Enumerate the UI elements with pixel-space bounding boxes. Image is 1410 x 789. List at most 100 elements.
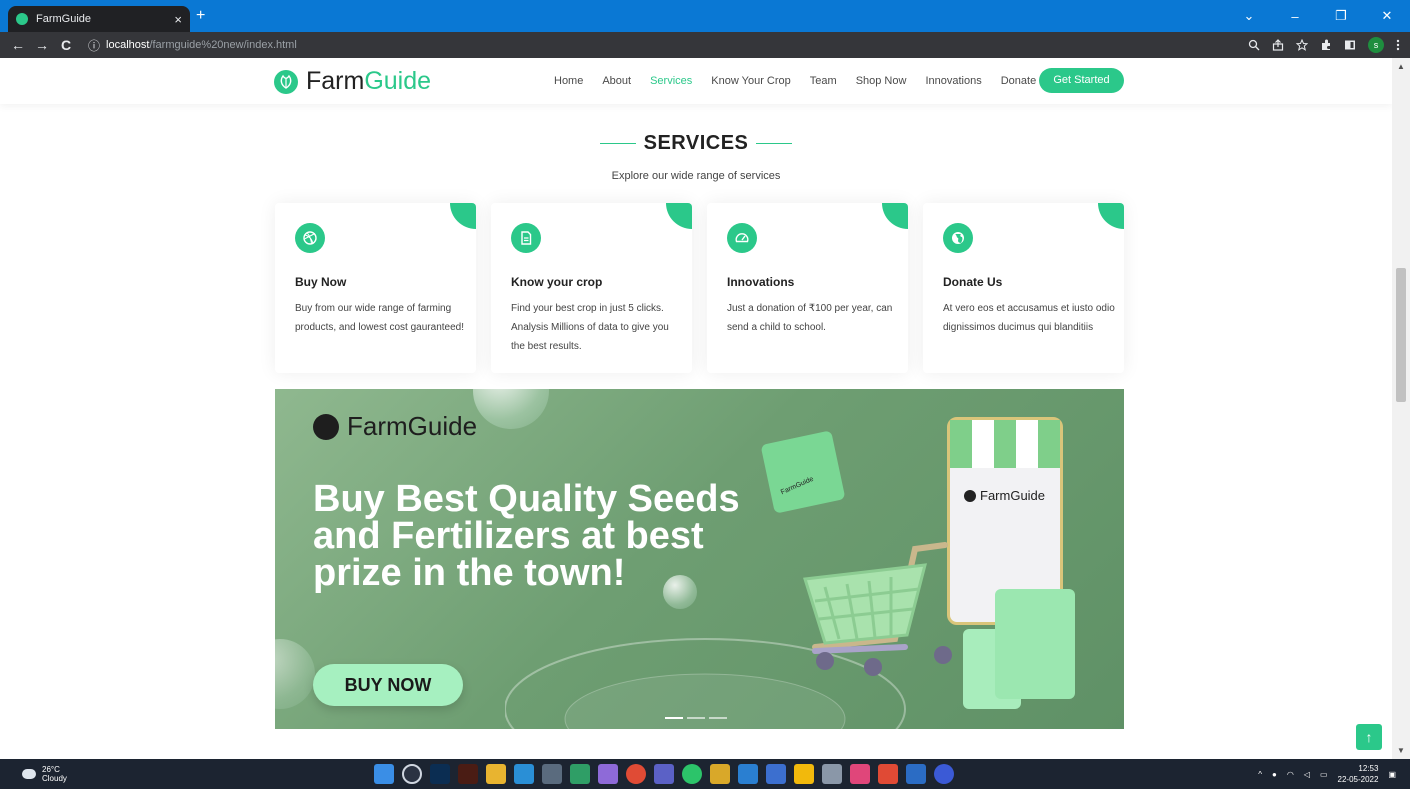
nav-donate[interactable]: Donate [1001, 75, 1036, 87]
card-corner-accent [450, 203, 476, 229]
whatsapp-icon[interactable] [682, 764, 702, 784]
section-heading: SERVICES [0, 132, 1392, 155]
illustrator-icon[interactable] [458, 764, 478, 784]
browser-tab[interactable]: FarmGuide × [8, 6, 190, 32]
site-logo[interactable]: Farm Guide [274, 67, 431, 96]
volume-icon[interactable]: ◁ [1304, 770, 1310, 779]
edge-icon[interactable] [570, 764, 590, 784]
nav-about[interactable]: About [602, 75, 631, 87]
dribbble-icon [295, 223, 325, 253]
forward-button[interactable]: → [30, 37, 54, 53]
minimize-button[interactable]: – [1272, 9, 1318, 24]
wifi-icon[interactable]: ◠ [1287, 770, 1294, 779]
scrollbar-thumb[interactable] [1396, 268, 1406, 402]
app-icon[interactable] [878, 764, 898, 784]
side-panel-icon[interactable] [1344, 39, 1356, 51]
extension-toolbar: s [1248, 32, 1400, 58]
sublime-icon[interactable] [710, 764, 730, 784]
service-card-know-your-crop[interactable]: Know your crop Find your best crop in ju… [491, 203, 692, 373]
clock[interactable]: 12:53 22-05-2022 [1338, 763, 1379, 785]
os-taskbar: 26°C Cloudy ^ ● ◠ ◁ ▭ 12:53 22-05-2022 ▣ [0, 759, 1410, 789]
menu-kebab-icon[interactable] [1396, 39, 1400, 51]
service-card-donate-us[interactable]: Donate Us At vero eos et accusamus et iu… [923, 203, 1124, 373]
site-header: Farm Guide Home About Services Know Your … [0, 58, 1392, 104]
close-window-button[interactable]: ✕ [1364, 8, 1410, 24]
notifications-icon[interactable]: ▣ [1388, 770, 1396, 779]
bag-brand: FarmGuide [779, 475, 815, 497]
promo-banner[interactable]: FarmGuide Buy Best Quality Seeds and Fer… [275, 389, 1124, 729]
get-started-button[interactable]: Get Started [1039, 68, 1124, 93]
phone-logo: FarmGuide [964, 488, 1045, 503]
chrome-icon[interactable] [626, 764, 646, 784]
file-explorer-icon[interactable] [486, 764, 506, 784]
scroll-down-arrow-icon[interactable]: ▼ [1397, 746, 1405, 755]
page-scrollbar[interactable]: ▲ ▼ [1392, 58, 1410, 759]
buy-now-button[interactable]: BUY NOW [313, 664, 463, 706]
teams-icon[interactable] [654, 764, 674, 784]
profile-avatar[interactable]: s [1368, 37, 1384, 53]
banner-logo: FarmGuide [313, 411, 477, 442]
service-card-buy-now[interactable]: Buy Now Buy from our wide range of farmi… [275, 203, 476, 373]
app-icon[interactable] [766, 764, 786, 784]
store-icon[interactable] [598, 764, 618, 784]
browser-tab-strip: FarmGuide × + ⌄ – ❐ ✕ [0, 0, 1410, 32]
mail-icon[interactable] [514, 764, 534, 784]
logo-word-farm: Farm [306, 67, 365, 95]
zoom-icon[interactable] [1248, 39, 1260, 51]
vscode-icon[interactable] [738, 764, 758, 784]
card-corner-accent [1098, 203, 1124, 229]
card-title: Buy Now [295, 275, 347, 289]
carousel-dot[interactable] [687, 717, 705, 719]
back-to-top-button[interactable]: ↑ [1356, 724, 1382, 750]
nav-team[interactable]: Team [810, 75, 837, 87]
scroll-up-arrow-icon[interactable]: ▲ [1397, 62, 1405, 71]
carousel-indicators [665, 717, 727, 719]
restore-button[interactable]: ❐ [1318, 8, 1364, 24]
service-card-innovations[interactable]: Innovations Just a donation of ₹100 per … [707, 203, 908, 373]
url-path: /farmguide%20new/index.html [149, 39, 297, 51]
bookmark-star-icon[interactable] [1296, 39, 1308, 51]
nav-home[interactable]: Home [554, 75, 583, 87]
search-icon[interactable] [402, 764, 422, 784]
carousel-dot[interactable] [709, 717, 727, 719]
weather-widget[interactable]: 26°C Cloudy [22, 765, 67, 783]
url-host: localhost [106, 39, 150, 51]
decor-bubble [473, 389, 549, 429]
leaf-logo-icon [313, 413, 339, 440]
calculator-icon[interactable] [542, 764, 562, 784]
battery-icon[interactable]: ▭ [1320, 770, 1328, 779]
nav-shop-now[interactable]: Shop Now [856, 75, 907, 87]
temperature: 26°C [42, 765, 60, 774]
carousel-dot[interactable] [665, 717, 683, 719]
back-button[interactable]: ← [6, 37, 30, 53]
card-corner-accent [882, 203, 908, 229]
nav-know-your-crop[interactable]: Know Your Crop [711, 75, 791, 87]
extensions-icon[interactable] [1320, 39, 1332, 51]
favicon-icon [16, 13, 28, 25]
nav-innovations[interactable]: Innovations [925, 75, 981, 87]
word-icon[interactable] [906, 764, 926, 784]
leaf-logo-icon [964, 489, 976, 502]
site-info-icon[interactable]: ⓘ [88, 37, 100, 54]
tray-chevron-icon[interactable]: ^ [1258, 770, 1262, 779]
nav-services[interactable]: Services [650, 75, 692, 87]
url-field[interactable]: ⓘ localhost/farmguide%20new/index.html [88, 34, 297, 56]
close-tab-icon[interactable]: × [174, 12, 182, 27]
app-icon[interactable] [850, 764, 870, 784]
speedometer-icon [727, 223, 757, 253]
banner-headline: Buy Best Quality Seeds and Fertilizers a… [313, 478, 740, 594]
phone-brand: FarmGuide [980, 488, 1046, 503]
photoshop-icon[interactable] [430, 764, 450, 784]
card-title: Innovations [727, 275, 795, 289]
start-icon[interactable] [374, 764, 394, 784]
new-tab-button[interactable]: + [196, 6, 205, 26]
app-icon[interactable] [822, 764, 842, 784]
app-icon[interactable] [794, 764, 814, 784]
tab-search-icon[interactable]: ⌄ [1226, 8, 1272, 24]
reload-button[interactable]: C [54, 37, 78, 53]
microphone-icon[interactable]: ● [1272, 770, 1277, 779]
card-text: Find your best crop in just 5 clicks. An… [511, 303, 669, 352]
services-title: SERVICES [643, 132, 749, 154]
chrome-active-icon[interactable] [934, 764, 954, 784]
share-icon[interactable] [1272, 39, 1284, 51]
